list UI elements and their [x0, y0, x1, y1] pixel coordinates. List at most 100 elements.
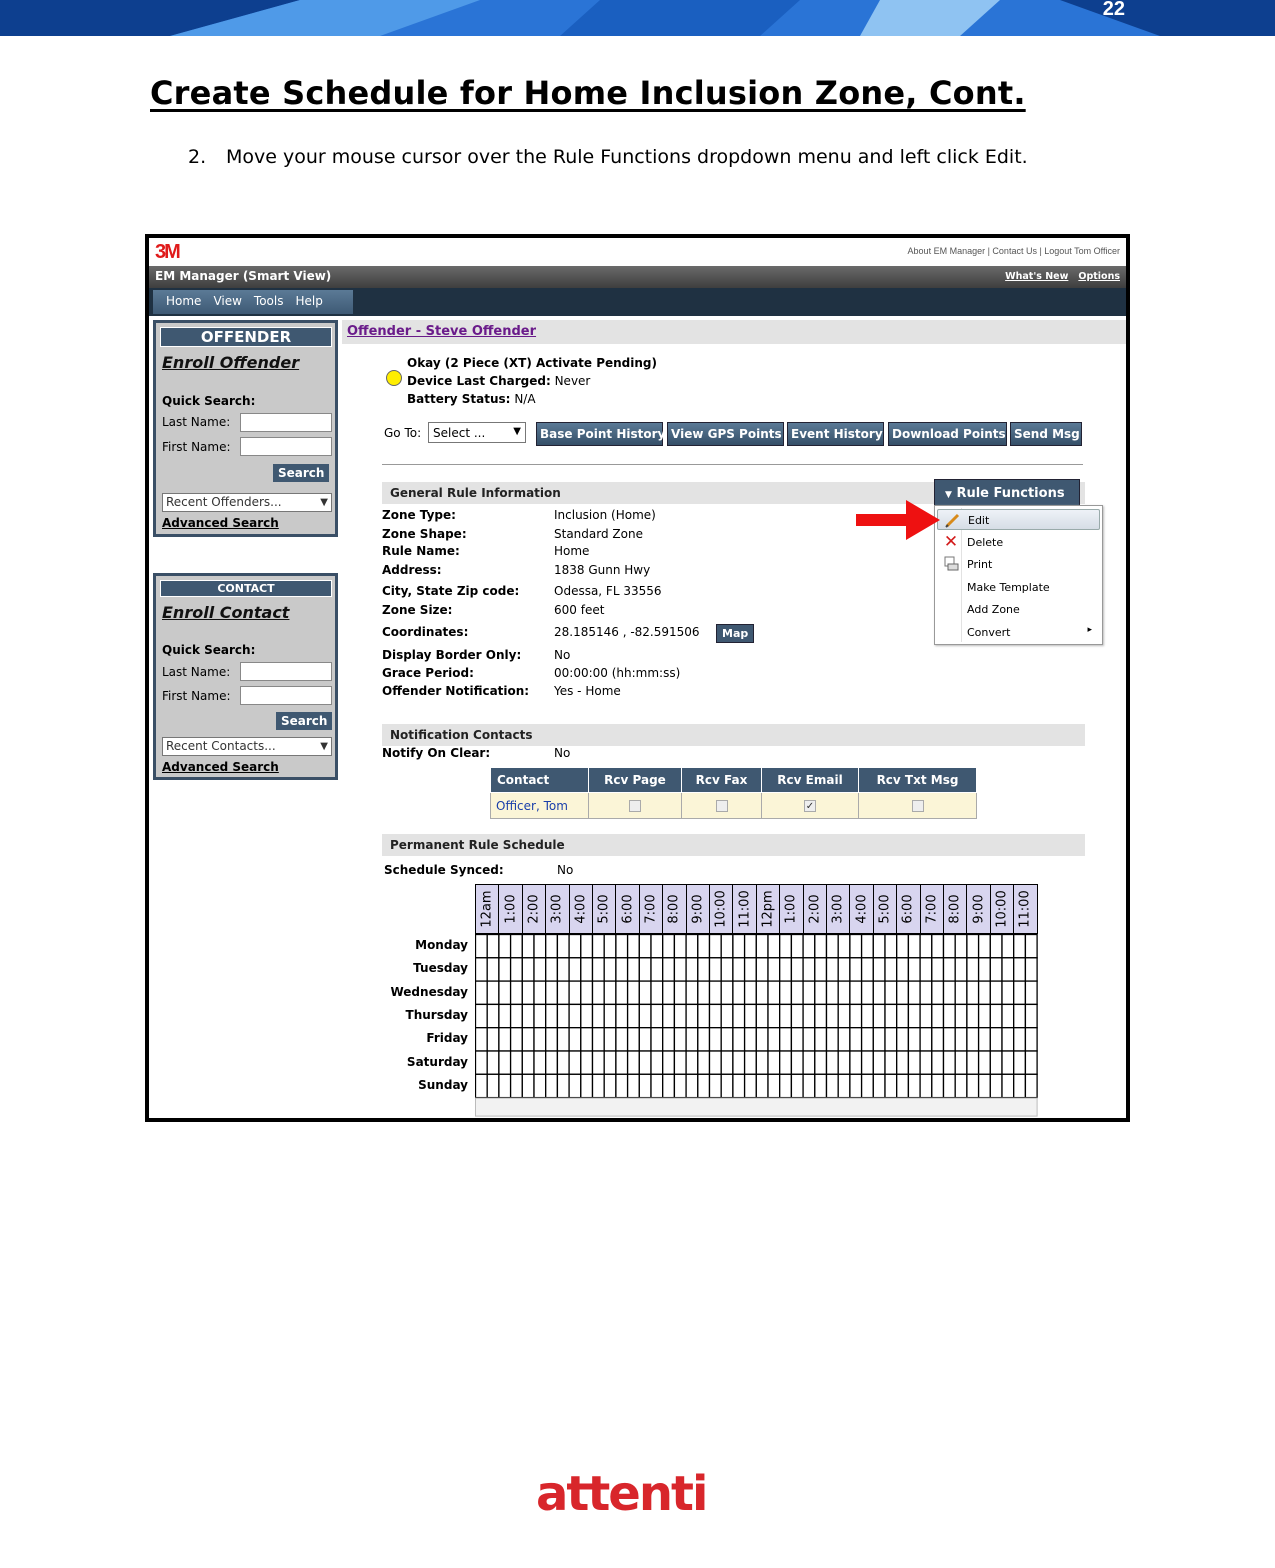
- whats-new-link[interactable]: What's New: [1005, 271, 1068, 282]
- schedule-cell[interactable]: [837, 1027, 851, 1052]
- schedule-cell[interactable]: [825, 934, 839, 959]
- schedule-cell[interactable]: [802, 1027, 816, 1052]
- schedule-cell[interactable]: [942, 934, 956, 959]
- schedule-cell[interactable]: [1024, 1050, 1038, 1075]
- schedule-cell[interactable]: [954, 1027, 968, 1052]
- schedule-cell[interactable]: [1001, 980, 1015, 1006]
- schedule-cell[interactable]: [591, 1050, 605, 1075]
- offender-first-name-input[interactable]: [240, 437, 332, 456]
- schedule-cell[interactable]: [884, 957, 898, 982]
- schedule-cell[interactable]: [475, 1073, 488, 1099]
- schedule-cell[interactable]: [743, 1050, 757, 1075]
- schedule-cell[interactable]: [475, 957, 488, 982]
- schedule-cell[interactable]: [732, 980, 746, 1006]
- schedule-cell[interactable]: [662, 1073, 676, 1099]
- schedule-cell[interactable]: [860, 1073, 874, 1099]
- schedule-cell[interactable]: [790, 1003, 804, 1029]
- schedule-cell[interactable]: [931, 1027, 945, 1052]
- schedule-cell[interactable]: [697, 934, 711, 959]
- schedule-cell[interactable]: [942, 1003, 956, 1029]
- schedule-cell[interactable]: [521, 1027, 535, 1052]
- contact-name-link[interactable]: Officer, Tom: [490, 792, 589, 819]
- schedule-cell[interactable]: [568, 1027, 582, 1052]
- schedule-cell[interactable]: [650, 1003, 664, 1029]
- schedule-cell[interactable]: [580, 1073, 594, 1099]
- schedule-cell[interactable]: [521, 934, 535, 959]
- schedule-cell[interactable]: [580, 1027, 594, 1052]
- schedule-cell[interactable]: [977, 1027, 991, 1052]
- schedule-cell[interactable]: [521, 957, 535, 982]
- schedule-cell[interactable]: [615, 957, 629, 982]
- enroll-offender-link[interactable]: Enroll Offender: [162, 353, 299, 372]
- schedule-cell[interactable]: [907, 1027, 921, 1052]
- schedule-cell[interactable]: [825, 957, 839, 982]
- schedule-cell[interactable]: [626, 1003, 640, 1029]
- schedule-cell[interactable]: [931, 1050, 945, 1075]
- schedule-cell[interactable]: [509, 1050, 523, 1075]
- schedule-cell[interactable]: [872, 1073, 886, 1099]
- enroll-contact-link[interactable]: Enroll Contact: [162, 603, 289, 622]
- schedule-cell[interactable]: [697, 957, 711, 982]
- schedule-cell[interactable]: [509, 1003, 523, 1029]
- schedule-cell[interactable]: [849, 1003, 863, 1029]
- schedule-cell[interactable]: [767, 1050, 781, 1075]
- schedule-cell[interactable]: [814, 1073, 828, 1099]
- schedule-cell[interactable]: [626, 1073, 640, 1099]
- schedule-cell[interactable]: [860, 957, 874, 982]
- schedule-cell[interactable]: [825, 1027, 839, 1052]
- schedule-cell[interactable]: [1001, 1003, 1015, 1029]
- schedule-cell[interactable]: [673, 1050, 687, 1075]
- schedule-cell[interactable]: [919, 1027, 933, 1052]
- schedule-cell[interactable]: [767, 1073, 781, 1099]
- schedule-cell[interactable]: [556, 1073, 570, 1099]
- schedule-cell[interactable]: [767, 934, 781, 959]
- top-links[interactable]: About EM Manager | Contact Us | Logout T…: [908, 246, 1120, 256]
- schedule-cell[interactable]: [849, 1050, 863, 1075]
- schedule-cell[interactable]: [977, 934, 991, 959]
- schedule-cell[interactable]: [498, 934, 512, 959]
- schedule-cell[interactable]: [1013, 1027, 1027, 1052]
- menu-item-convert[interactable]: Convert ▸: [937, 622, 1100, 643]
- schedule-cell[interactable]: [1024, 1027, 1038, 1052]
- schedule-cell[interactable]: [673, 957, 687, 982]
- schedule-cell[interactable]: [697, 980, 711, 1006]
- schedule-cell[interactable]: [755, 1050, 769, 1075]
- offender-last-name-input[interactable]: [240, 413, 332, 432]
- schedule-cell[interactable]: [475, 1050, 488, 1075]
- schedule-cell[interactable]: [556, 980, 570, 1006]
- schedule-cell[interactable]: [580, 957, 594, 982]
- schedule-cell[interactable]: [802, 1003, 816, 1029]
- schedule-cell[interactable]: [779, 1027, 793, 1052]
- schedule-cell[interactable]: [966, 934, 980, 959]
- schedule-cell[interactable]: [954, 1003, 968, 1029]
- menu-item-make-template[interactable]: Make Template: [937, 577, 1100, 598]
- schedule-cell[interactable]: [475, 980, 488, 1006]
- schedule-cell[interactable]: [673, 980, 687, 1006]
- schedule-cell[interactable]: [896, 957, 910, 982]
- schedule-cell[interactable]: [942, 957, 956, 982]
- schedule-cell[interactable]: [521, 1050, 535, 1075]
- schedule-cell[interactable]: [966, 957, 980, 982]
- schedule-cell[interactable]: [603, 1073, 617, 1099]
- schedule-cell[interactable]: [685, 1003, 699, 1029]
- schedule-cell[interactable]: [837, 1050, 851, 1075]
- schedule-cell[interactable]: [896, 980, 910, 1006]
- rcv-email-checkbox[interactable]: ✓: [804, 800, 816, 812]
- schedule-cell[interactable]: [849, 934, 863, 959]
- schedule-cell[interactable]: [779, 1003, 793, 1029]
- schedule-cell[interactable]: [498, 1003, 512, 1029]
- schedule-cell[interactable]: [591, 1003, 605, 1029]
- schedule-cell[interactable]: [790, 1073, 804, 1099]
- schedule-cell[interactable]: [743, 934, 757, 959]
- schedule-cell[interactable]: [919, 1050, 933, 1075]
- schedule-cell[interactable]: [1001, 1050, 1015, 1075]
- schedule-cell[interactable]: [685, 1050, 699, 1075]
- schedule-cell[interactable]: [1013, 1050, 1027, 1075]
- schedule-cell[interactable]: [837, 1073, 851, 1099]
- schedule-cell[interactable]: [580, 934, 594, 959]
- schedule-cell[interactable]: [591, 1073, 605, 1099]
- schedule-cell[interactable]: [755, 1003, 769, 1029]
- schedule-cell[interactable]: [498, 980, 512, 1006]
- schedule-cell[interactable]: [814, 1027, 828, 1052]
- schedule-cell[interactable]: [603, 1050, 617, 1075]
